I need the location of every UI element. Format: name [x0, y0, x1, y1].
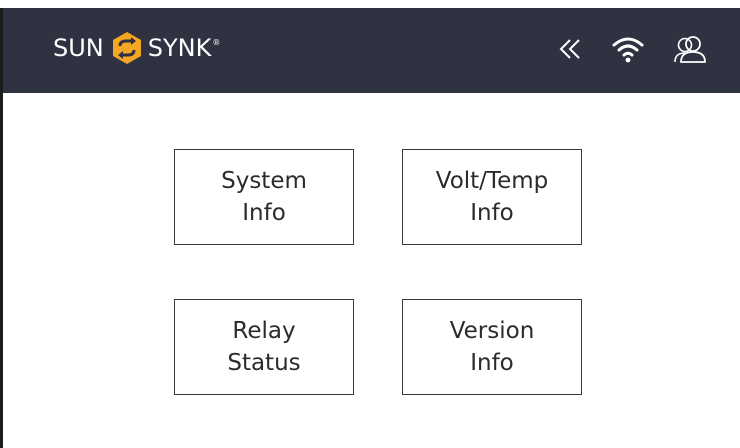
users-button[interactable] [671, 30, 709, 68]
logo-text-synk: SYNK [147, 34, 212, 62]
back-button[interactable] [551, 30, 589, 68]
version-info-label: Version Info [449, 318, 535, 376]
version-info-button[interactable]: Version Info [402, 299, 582, 395]
double-chevron-left-icon [559, 39, 580, 59]
top-bar: SUN SYNK ® [3, 8, 740, 93]
sunsynk-logo: SUN SYNK ® [53, 30, 220, 66]
volt-temp-info-label: Volt/Temp Info [435, 168, 549, 226]
system-info-button[interactable]: System Info [174, 149, 354, 245]
sunsynk-emblem-icon [112, 32, 141, 64]
screen: SUN SYNK ® System Info Volt/Temp Info Re… [0, 8, 740, 448]
registered-mark: ® [212, 38, 221, 47]
wifi-icon [612, 37, 644, 63]
system-info-label: System Info [221, 168, 307, 226]
relay-status-button[interactable]: Relay Status [174, 299, 354, 395]
volt-temp-info-button[interactable]: Volt/Temp Info [402, 149, 582, 245]
relay-status-label: Relay Status [227, 318, 301, 376]
wifi-button[interactable] [609, 30, 647, 68]
logo-text-sun: SUN [53, 34, 104, 62]
users-icon [674, 36, 706, 63]
